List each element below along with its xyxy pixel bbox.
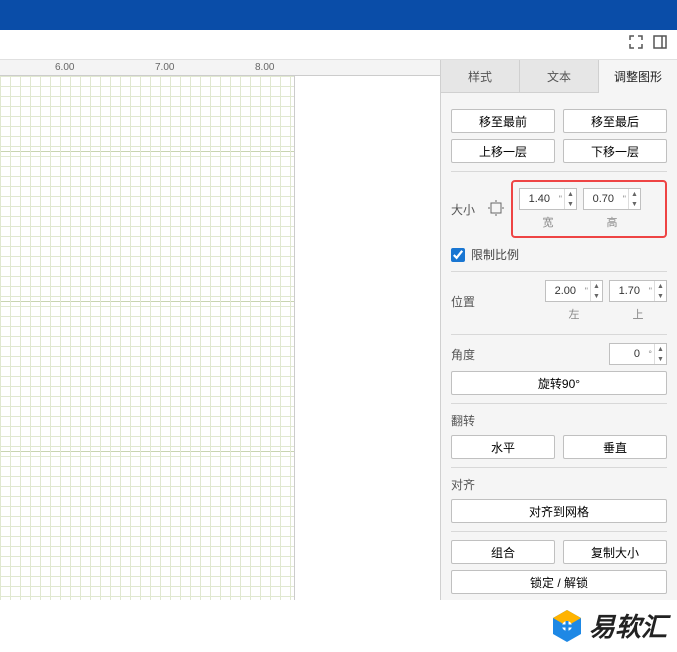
snap-to-grid-button[interactable]: 对齐到网格 <box>451 499 667 523</box>
canvas-area[interactable]: 6.00 7.00 8.00 <box>0 60 440 600</box>
ruler-tick: 8.00 <box>255 62 274 73</box>
section-align: 对齐 对齐到网格 <box>451 468 667 532</box>
group-button[interactable]: 组合 <box>451 540 555 564</box>
ruler-horizontal: 6.00 7.00 8.00 <box>0 60 440 76</box>
section-flip: 翻转 水平 垂直 <box>451 404 667 468</box>
watermark: 易软汇 <box>551 607 667 644</box>
spinner-up-icon[interactable]: ▲ <box>591 281 602 291</box>
to-back-button[interactable]: 移至最后 <box>563 109 667 133</box>
top-icon-bar <box>0 30 677 60</box>
size-label: 大小 <box>451 201 481 218</box>
title-bar <box>0 0 677 30</box>
section-position: 位置 2.00 " ▲▼ 左 1 <box>451 272 667 335</box>
top-input[interactable]: 1.70 " ▲▼ <box>609 280 667 302</box>
flip-label: 翻转 <box>451 412 667 429</box>
autosize-icon[interactable] <box>487 200 505 219</box>
angle-label: 角度 <box>451 346 481 363</box>
flip-vertical-button[interactable]: 垂直 <box>563 435 667 459</box>
height-input[interactable]: 0.70 " ▲▼ <box>583 188 641 210</box>
ruler-tick: 6.00 <box>55 62 74 73</box>
spinner-down-icon[interactable]: ▼ <box>655 291 666 301</box>
tab-style[interactable]: 样式 <box>441 60 520 93</box>
ruler-tick: 7.00 <box>155 62 174 73</box>
align-label: 对齐 <box>451 476 667 493</box>
copy-size-button[interactable]: 复制大小 <box>563 540 667 564</box>
position-label: 位置 <box>451 293 481 310</box>
watermark-logo-icon <box>551 608 583 644</box>
spinner-down-icon[interactable]: ▼ <box>655 354 666 364</box>
spinner-down-icon[interactable]: ▼ <box>629 199 640 209</box>
canvas-offpage <box>295 76 440 600</box>
angle-input[interactable]: 0 ° ▲▼ <box>609 343 667 365</box>
forward-button[interactable]: 上移一层 <box>451 139 555 163</box>
to-front-button[interactable]: 移至最前 <box>451 109 555 133</box>
flip-horizontal-button[interactable]: 水平 <box>451 435 555 459</box>
spinner-up-icon[interactable]: ▲ <box>655 281 666 291</box>
width-input[interactable]: 1.40 " ▲▼ <box>519 188 577 210</box>
panel-toggle-icon[interactable] <box>653 35 667 54</box>
backward-button[interactable]: 下移一层 <box>563 139 667 163</box>
canvas-grid[interactable] <box>0 76 295 600</box>
expand-icon[interactable] <box>629 35 643 54</box>
width-sublabel: 宽 <box>543 214 554 230</box>
spinner-up-icon[interactable]: ▲ <box>565 189 576 199</box>
section-size: 大小 1.40 " ▲▼ <box>451 172 667 272</box>
left-sublabel: 左 <box>569 306 580 322</box>
section-zorder: 移至最前 移至最后 上移一层 下移一层 <box>451 101 667 172</box>
section-misc: 组合 复制大小 锁定 / 解锁 <box>451 532 667 600</box>
watermark-text: 易软汇 <box>589 607 667 644</box>
size-highlight-box: 1.40 " ▲▼ 宽 0.70 " ▲▼ <box>511 180 667 238</box>
spinner-up-icon[interactable]: ▲ <box>629 189 640 199</box>
spinner-up-icon[interactable]: ▲ <box>655 344 666 354</box>
section-angle: 角度 0 ° ▲▼ 旋转90° <box>451 335 667 404</box>
side-panel: 样式 文本 调整图形 移至最前 移至最后 上移一层 下移一层 大小 <box>440 60 677 600</box>
tab-text[interactable]: 文本 <box>520 60 599 93</box>
lock-unlock-button[interactable]: 锁定 / 解锁 <box>451 570 667 594</box>
rotate-90-button[interactable]: 旋转90° <box>451 371 667 395</box>
height-sublabel: 高 <box>607 214 618 230</box>
spinner-down-icon[interactable]: ▼ <box>591 291 602 301</box>
panel-tabs: 样式 文本 调整图形 <box>441 60 677 93</box>
tab-arrange[interactable]: 调整图形 <box>599 60 677 93</box>
spinner-down-icon[interactable]: ▼ <box>565 199 576 209</box>
left-input[interactable]: 2.00 " ▲▼ <box>545 280 603 302</box>
constrain-checkbox[interactable] <box>451 248 465 262</box>
constrain-label: 限制比例 <box>471 246 519 263</box>
top-sublabel: 上 <box>633 306 644 322</box>
